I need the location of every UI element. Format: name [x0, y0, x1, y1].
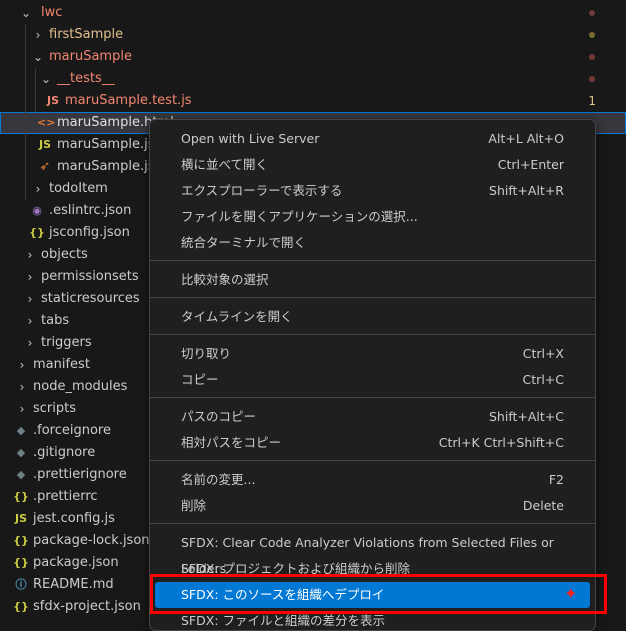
- tree-item-label: staticresources: [41, 291, 140, 306]
- menu-item-copy-relative-path[interactable]: 相対パスをコピー Ctrl+K Ctrl+Shift+C: [155, 430, 590, 456]
- menu-item-copy[interactable]: コピー Ctrl+C: [155, 367, 590, 393]
- json-icon: {}: [13, 534, 29, 547]
- tree-item-label: todoItem: [49, 181, 108, 196]
- menu-item-open-with[interactable]: ファイルを開くアプリケーションの選択...: [155, 204, 590, 230]
- chevron-right-icon: ›: [19, 380, 25, 394]
- tree-item-label: scripts: [33, 401, 76, 416]
- shortcut: F2: [548, 472, 564, 487]
- tree-item-label: tabs: [41, 313, 70, 328]
- chevron-right-icon: ›: [27, 292, 33, 306]
- menu-separator: [150, 297, 595, 298]
- menu-item-sfdx-clear-violations[interactable]: SFDX: Clear Code Analyzer Violations fro…: [155, 530, 590, 576]
- tree-item-tests[interactable]: ⌄ __tests__: [0, 68, 626, 90]
- modified-dot: [589, 54, 595, 60]
- tree-item-label: objects: [41, 247, 88, 262]
- chevron-right-icon: ›: [27, 336, 33, 350]
- shortcut: Ctrl+Enter: [497, 157, 564, 172]
- json-icon: {}: [13, 490, 29, 503]
- javascript-icon: JS: [46, 94, 59, 107]
- modified-dot: [589, 10, 595, 16]
- shortcut: Shift+Alt+R: [489, 183, 564, 198]
- context-menu: Open with Live Server Alt+L Alt+O 横に並べて開…: [149, 119, 596, 631]
- tree-item-label: .eslintrc.json: [49, 203, 132, 218]
- chevron-down-icon: ⌄: [20, 6, 32, 20]
- chevron-down-icon: ⌄: [40, 72, 52, 86]
- menu-item-open-to-side[interactable]: 横に並べて開く Ctrl+Enter: [155, 152, 590, 178]
- tree-item-marusample[interactable]: ⌄ maruSample: [0, 46, 626, 68]
- json-icon: {}: [13, 600, 29, 613]
- tree-item-label: triggers: [41, 335, 92, 350]
- menu-item-reveal-in-explorer[interactable]: エクスプローラーで表示する Shift+Alt+R: [155, 178, 590, 204]
- menu-item-select-compare[interactable]: 比較対象の選択: [155, 267, 590, 293]
- tree-item-label: __tests__: [57, 71, 115, 86]
- menu-item-rename[interactable]: 名前の変更... F2: [155, 467, 590, 493]
- menu-item-delete[interactable]: 削除 Delete: [155, 493, 590, 519]
- shortcut: Ctrl+K Ctrl+Shift+C: [438, 435, 564, 450]
- info-icon: ⓘ: [15, 578, 27, 591]
- ignore-file-icon: ◆: [16, 468, 26, 481]
- shortcut: Alt+L Alt+O: [488, 131, 564, 146]
- tree-item-label: manifest: [33, 357, 90, 372]
- javascript-icon: JS: [14, 512, 27, 525]
- html-icon: <>: [37, 116, 56, 129]
- sparkle-icon: ✦: [564, 584, 578, 603]
- tree-item-label: .prettierignore: [33, 467, 127, 482]
- shortcut: Delete: [522, 498, 564, 513]
- modified-dot: [589, 76, 595, 82]
- chevron-right-icon: ›: [19, 402, 25, 416]
- json-icon: {}: [29, 226, 45, 239]
- menu-separator: [150, 523, 595, 524]
- tree-item-label: maruSample: [49, 49, 132, 64]
- chevron-right-icon: ›: [27, 270, 33, 284]
- tree-item-label: node_modules: [33, 379, 128, 394]
- tree-item-label: package-lock.json: [33, 533, 150, 548]
- tree-item-label: jsconfig.json: [49, 225, 130, 240]
- shortcut: Shift+Alt+C: [488, 409, 564, 424]
- eslint-icon: ◉: [32, 204, 42, 217]
- tree-item-label: sfdx-project.json: [33, 599, 141, 614]
- menu-separator: [150, 260, 595, 261]
- menu-separator: [150, 334, 595, 335]
- chevron-down-icon: ⌄: [32, 50, 44, 64]
- problem-count-badge: 1: [588, 94, 596, 108]
- menu-item-open-live-server[interactable]: Open with Live Server Alt+L Alt+O: [155, 126, 590, 152]
- shortcut: Ctrl+C: [522, 372, 564, 387]
- chevron-right-icon: ›: [27, 314, 33, 328]
- javascript-icon: JS: [38, 138, 51, 151]
- menu-item-open-terminal[interactable]: 統合ターミナルで開く: [155, 230, 590, 256]
- menu-item-copy-path[interactable]: パスのコピー Shift+Alt+C: [155, 404, 590, 430]
- chevron-right-icon: ›: [27, 248, 33, 262]
- menu-separator: [150, 460, 595, 461]
- tree-item-label: jest.config.js: [33, 511, 115, 526]
- menu-item-open-timeline[interactable]: タイムラインを開く: [155, 304, 590, 330]
- tree-item-label: permissionsets: [41, 269, 139, 284]
- chevron-right-icon: ›: [35, 182, 41, 196]
- tree-item-label: maruSample.test.js: [65, 93, 192, 108]
- tree-item-label: .gitignore: [33, 445, 96, 460]
- highlight-annotation-box: [150, 574, 607, 614]
- rss-icon: ➶: [39, 159, 51, 174]
- tree-item-marusample-test-js[interactable]: JS maruSample.test.js 1: [0, 90, 626, 112]
- shortcut: Ctrl+X: [522, 346, 564, 361]
- tree-item-label: lwc: [41, 5, 63, 20]
- menu-separator: [150, 397, 595, 398]
- tree-item-label: maruSample.js: [57, 137, 155, 152]
- tree-item-lwc[interactable]: ⌄ lwc: [0, 2, 626, 24]
- modified-dot: [589, 32, 595, 38]
- json-icon: {}: [13, 556, 29, 569]
- tree-item-label: package.json: [33, 555, 119, 570]
- tree-item-label: .prettierrc: [33, 489, 98, 504]
- tree-item-firstsample[interactable]: › firstSample: [0, 24, 626, 46]
- chevron-right-icon: ›: [35, 28, 41, 42]
- menu-item-cut[interactable]: 切り取り Ctrl+X: [155, 341, 590, 367]
- ignore-file-icon: ◆: [16, 424, 26, 437]
- chevron-right-icon: ›: [19, 358, 25, 372]
- tree-item-label: firstSample: [49, 27, 124, 42]
- tree-item-label: README.md: [33, 577, 114, 592]
- tree-item-label: .forceignore: [33, 423, 111, 438]
- git-icon: ◆: [16, 446, 26, 459]
